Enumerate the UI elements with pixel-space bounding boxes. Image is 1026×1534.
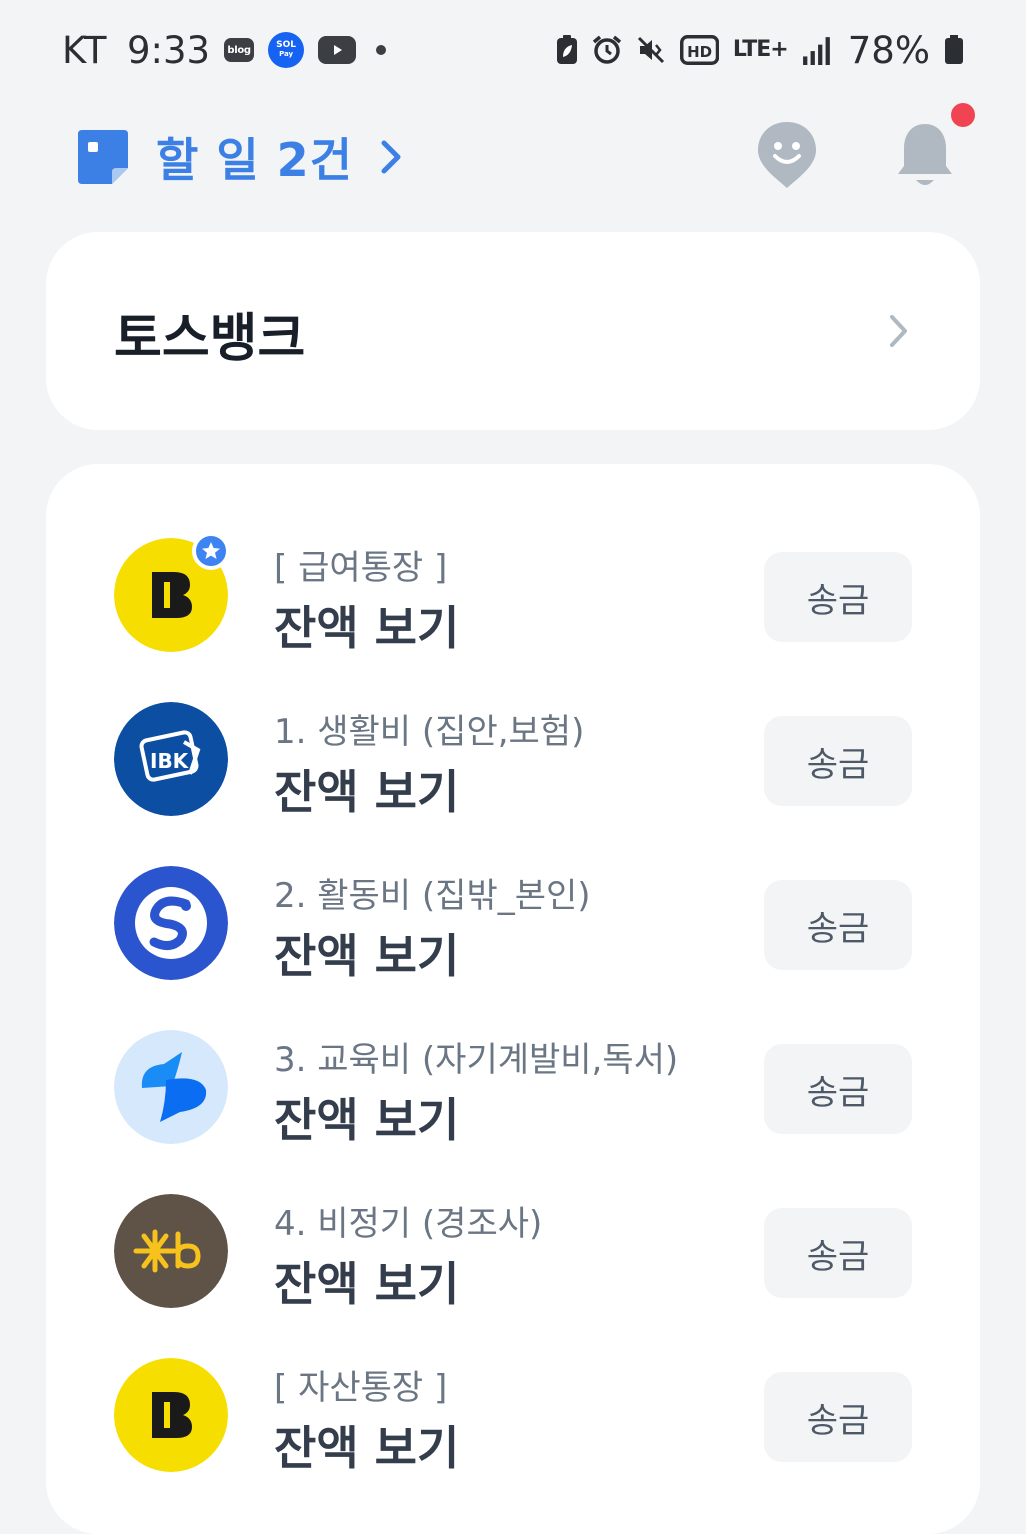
todo-note-icon [78,130,128,184]
bell-icon[interactable] [894,120,956,190]
bank-card[interactable]: 토스뱅크 [46,232,980,430]
account-name: 4. 비정기 (경조사) [274,1204,543,1244]
shinhan-logo-icon [114,866,228,980]
hd-icon: HD [679,33,719,67]
account-row[interactable]: IBK 1. 생활비 (집안,보험) 잔액 보기 송금 [46,698,980,862]
top-header: 할 일 2건 [0,110,1026,200]
chevron-right-icon [381,140,401,174]
notification-dot [951,103,975,127]
svg-text:IBK: IBK [150,749,190,773]
view-balance-link[interactable]: 잔액 보기 [274,1248,459,1314]
send-button[interactable]: 송금 [764,880,912,970]
send-button[interactable]: 송금 [764,716,912,806]
status-bar: KT 9:33 blog SOL Pay HD LTE+ 78% [0,0,1026,100]
lte-icon: LTE+ [732,37,789,62]
ibk-logo-icon: IBK [114,702,228,816]
account-row[interactable]: 2. 활동비 (집밖_본인) 잔액 보기 송금 [46,862,980,1026]
alarm-icon [592,33,622,67]
youtube-app-icon [318,36,357,64]
clock-time: 9:33 [127,28,211,72]
blog-app-label: blog [227,44,251,56]
battery-saver-icon [556,33,578,67]
account-name: 3. 교육비 (자기계발비,독서) [274,1040,679,1080]
account-name: [ 자산통장 ] [274,1368,448,1408]
sol-pay-app-icon: SOL Pay [268,32,305,68]
battery-percent: 78% [847,28,930,72]
chevron-right-icon [890,315,907,347]
account-row[interactable]: [ 자산통장 ] 잔액 보기 송금 [46,1354,980,1518]
account-row[interactable]: 4. 비정기 (경조사) 잔액 보기 송금 [46,1190,980,1354]
todo-label: 할 일 2건 [156,133,353,187]
sol-pay-label-bottom: Pay [279,50,294,58]
send-button[interactable]: 송금 [764,1208,912,1298]
more-notifications-dot [376,45,387,55]
vibrate-mute-icon [636,33,666,67]
signal-icon [802,33,832,67]
bank-title: 토스뱅크 [114,309,306,369]
view-balance-link[interactable]: 잔액 보기 [274,756,459,822]
account-row[interactable]: [ 급여통장 ] 잔액 보기 송금 [46,532,980,698]
blog-app-icon: blog [224,38,255,62]
svg-text:HD: HD [687,43,712,61]
account-name: 2. 활동비 (집밖_본인) [274,876,591,916]
view-balance-link[interactable]: 잔액 보기 [274,920,459,986]
carrier-label: KT [62,28,107,72]
location-smile-icon[interactable] [756,120,818,190]
send-button[interactable]: 송금 [764,552,912,642]
favorite-star-icon [192,532,230,570]
account-name: 1. 생활비 (집안,보험) [274,712,585,752]
view-balance-link[interactable]: 잔액 보기 [274,1412,459,1478]
toss-logo-icon [114,1030,228,1144]
status-bar-right: HD LTE+ 78% [556,29,964,72]
account-name: [ 급여통장 ] [274,548,448,588]
battery-icon [944,33,964,67]
todo-link[interactable]: 할 일 2건 [76,124,403,190]
send-button[interactable]: 송금 [764,1372,912,1462]
kb-logo-icon [114,1194,228,1308]
view-balance-link[interactable]: 잔액 보기 [274,592,459,658]
status-bar-left: KT 9:33 blog SOL Pay [62,28,387,72]
sol-pay-label-top: SOL [276,40,297,50]
accounts-card: [ 급여통장 ] 잔액 보기 송금 IBK 1. 생활비 (집안,보험) 잔액 … [46,464,980,1534]
send-button[interactable]: 송금 [764,1044,912,1134]
account-row[interactable]: 3. 교육비 (자기계발비,독서) 잔액 보기 송금 [46,1026,980,1190]
view-balance-link[interactable]: 잔액 보기 [274,1084,459,1150]
kbank-logo-icon [114,1358,228,1472]
